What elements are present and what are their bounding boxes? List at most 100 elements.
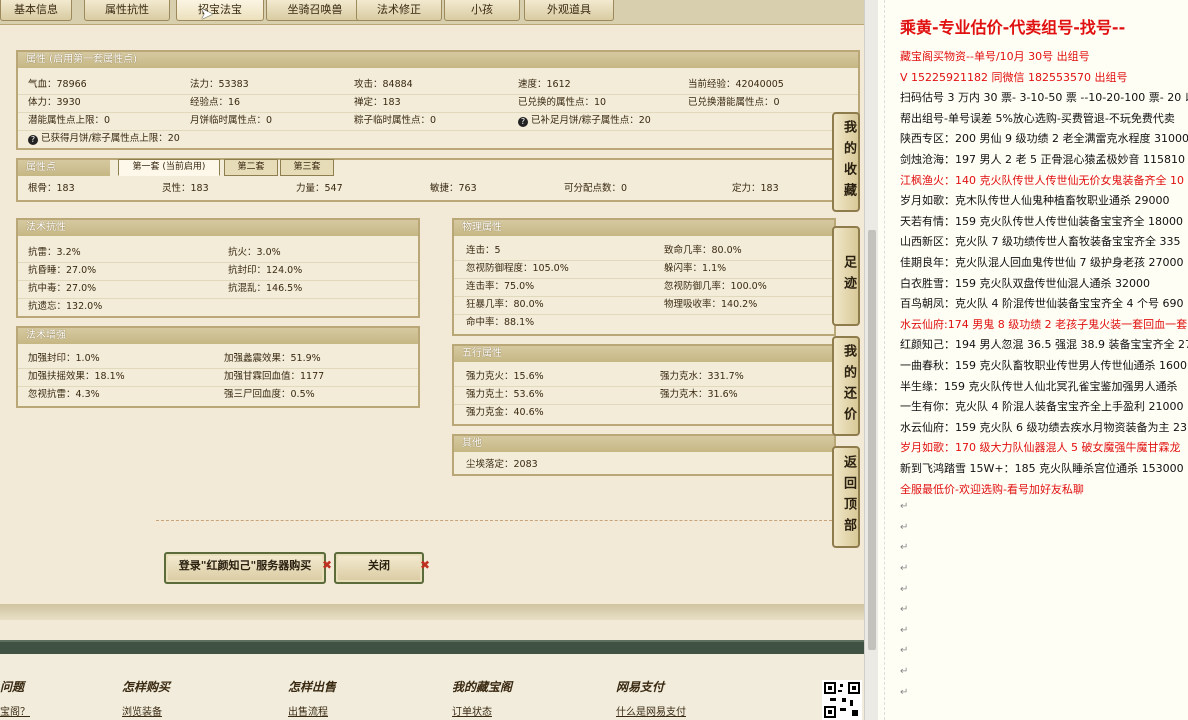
paragraph-mark-icon: ↵ [900, 542, 909, 554]
doc-line: 山西新区：克火队 7 级功绩传世人畜牧装备宝宝齐全 335 [900, 235, 1181, 249]
physical-panel: 物理属性 连击：5 致命几率：80.0% 忽视防御程度：105.0% 躲闪率：1… [452, 218, 836, 336]
tab-basic-info[interactable]: 基本信息 [0, 0, 72, 21]
resist-forget: 抗遗忘：132.0% [28, 301, 103, 312]
doc-line: 红颜知己：194 男人忽混 36.5 强混 38.9 装备宝宝齐全 270 [900, 338, 1188, 352]
physical-row: 连击：5 致命几率：80.0% [454, 242, 834, 261]
doc-line: 全服最低价-欢迎选购-看号加好友私聊 [900, 482, 1084, 496]
doc-line: 陕西专区：200 男仙 9 级功绩 2 老全满雷克水程度 31000 [900, 132, 1188, 146]
points-agility: 敏捷：763 [430, 183, 477, 194]
spell-resist-row: 抗中毒：27.0% 抗混乱：146.5% [18, 280, 418, 299]
footer-link-what-pay[interactable]: 什么是网易支付 [616, 703, 686, 718]
points-set-1-tab[interactable]: 第一套 (当前启用) [118, 159, 220, 176]
elem-fire: 强力克火：15.6% [466, 371, 544, 382]
close-x-icon: ✖ [322, 558, 333, 572]
points-stability: 定力：183 [732, 183, 779, 194]
points-strength: 力量：547 [296, 183, 343, 194]
other-dust: 尘埃落定：2083 [466, 459, 538, 470]
doc-line: 一生有你：克火队 4 阶混人装备宝宝齐全上手盈利 21000 [900, 400, 1184, 414]
doc-line: V 15225921182 同微信 182553570 出组号 [900, 70, 1128, 84]
qr-code-icon [822, 680, 862, 720]
footer-header-faq: 问题 [0, 680, 25, 694]
doc-line: 剑烛沧海：197 男人 2 老 5 正骨混心猿孟极妙音 115810 [900, 153, 1185, 166]
physical-row: 连击率：75.0% 忽视防御几率：100.0% [454, 278, 834, 297]
physical-title: 物理属性 [454, 220, 834, 236]
spell-boost-row: 加强扶摇效果：18.1% 加强甘霖回血值：1177 [18, 368, 418, 387]
elem-wood: 强力克木：31.6% [660, 389, 738, 400]
divider [156, 520, 832, 521]
elements-row: 强力克火：15.6% 强力克水：331.7% [454, 368, 834, 387]
doc-line: 藏宝阁买物资--单号/10月 30号 出组号 [900, 50, 1090, 63]
spell-resist-row: 抗昏睡：27.0% 抗封印：124.0% [18, 262, 418, 281]
boost-quake: 加强蠡震效果：51.9% [224, 353, 321, 364]
paragraph-mark-icon: ↵ [900, 686, 909, 698]
physical-row: 忽视防御程度：105.0% 躲闪率：1.1% [454, 260, 834, 279]
footer-link-browse[interactable]: 浏览装备 [122, 703, 162, 718]
footer-link-faq[interactable]: 宝阁？ [0, 703, 30, 718]
points-spirit: 灵性：183 [162, 183, 209, 194]
points-set-3-tab[interactable]: 第三套 [280, 159, 334, 176]
points-available: 可分配点数：0 [564, 183, 628, 194]
attr-refilled: ? 已补足月饼/粽子属性点：20 [518, 112, 651, 127]
footer-band [0, 604, 864, 620]
notes-document: 乘黄-专业估价-代卖组号-找号-- 藏宝阁买物资--单号/10月 30号 出组号… [878, 0, 1188, 720]
my-bargain-button[interactable]: 我的还价 [832, 336, 860, 436]
tab-child[interactable]: 小孩 [444, 0, 520, 21]
doc-line: 半生缘：159 克火队传世人仙北冥孔雀宝鉴加强男人通杀 [900, 379, 1178, 393]
attr-speed: 速度：1612 [518, 79, 571, 90]
spell-boost-title: 法术增强 [18, 328, 418, 344]
tab-mount-summon[interactable]: 坐骑召唤兽 [266, 0, 364, 21]
help-icon[interactable]: ? [518, 117, 528, 127]
points-constitution: 根骨：183 [28, 183, 75, 194]
footprint-button[interactable]: 足迹 [832, 226, 860, 326]
boost-fuyao: 加强扶摇效果：18.1% [28, 371, 125, 382]
paragraph-mark-icon: ↵ [900, 501, 909, 513]
phys-crit: 致命几率：80.0% [664, 245, 742, 256]
attr-exp-points: 经验点：16 [190, 97, 241, 108]
scrollbar-thumb[interactable] [868, 230, 876, 650]
vertical-scrollbar[interactable] [864, 0, 879, 720]
attr-mooncake-temp: 月饼临时属性点：0 [190, 115, 273, 126]
tab-bar: 基本信息 属性抗性 招宝法宝 坐骑召唤兽 法术修正 小孩 外观道具 ➤ [0, 0, 864, 25]
boost-ganlin: 加强甘霖回血值：1177 [224, 371, 325, 382]
doc-line: 百鸟朝凤：克火队 4 阶混传世仙装备宝宝齐全 4 个号 690 [900, 297, 1184, 311]
phys-hit: 命中率：88.1% [466, 317, 535, 328]
attr-stamina: 体力：3930 [28, 97, 81, 108]
resist-seal: 抗封印：124.0% [228, 265, 303, 276]
spell-resist-row: 抗雷：3.2% 抗火：3.0% [18, 244, 418, 263]
doc-line: 水云仙府：159 克火队 6 级功绩去疾水月物资装备为主 23 [900, 420, 1187, 434]
points-title: 属性点 [18, 160, 110, 176]
attr-zen: 禅定：183 [354, 97, 401, 108]
attr-mp: 法力：53383 [190, 79, 249, 90]
my-favorites-button[interactable]: 我的收藏 [832, 112, 860, 212]
doc-line: 天若有情：159 克火队传世人传世仙装备宝宝齐全 18000 [900, 214, 1183, 228]
resist-sleep: 抗昏睡：27.0% [28, 265, 97, 276]
elements-panel: 五行属性 强力克火：15.6% 强力克水：331.7% 强力克土：53.6% 强… [452, 344, 836, 426]
mouse-cursor-icon: ➤ [200, 4, 214, 23]
attr-obtained-cap-label: 已获得月饼/粽子属性点上限：20 [41, 133, 180, 144]
doc-line: 水云仙府:174 男鬼 8 级功绩 2 老孩子鬼火装一套回血一套 [900, 317, 1188, 331]
doc-line: 佳期良年：克火队混人回血鬼传世仙 7 级护身老孩 27000 [900, 256, 1184, 269]
elem-water: 强力克水：331.7% [660, 371, 744, 382]
phys-absorb: 物理吸收率：140.2% [664, 299, 758, 310]
tab-treasure[interactable]: 招宝法宝 [176, 0, 264, 21]
footer-link-sell-flow[interactable]: 出售流程 [288, 703, 328, 718]
back-to-top-button[interactable]: 返回顶部 [832, 446, 860, 548]
footer-link-order-status[interactable]: 订单状态 [452, 703, 492, 718]
attributes-row: 气血：78966 法力：53383 攻击：84884 速度：1612 当前经验：… [18, 76, 858, 95]
points-row: 根骨：183 灵性：183 力量：547 敏捷：763 可分配点数：0 定力：1… [18, 180, 858, 198]
tab-spell-fix[interactable]: 法术修正 [356, 0, 442, 21]
resist-chaos: 抗混乱：146.5% [228, 283, 303, 294]
login-server-buy-button[interactable]: 登录"红颜知己"服务器购买 [164, 552, 326, 584]
help-icon[interactable]: ? [28, 135, 38, 145]
points-set-2-tab[interactable]: 第二套 [224, 159, 278, 176]
close-button[interactable]: 关闭 [334, 552, 424, 584]
tab-appearance[interactable]: 外观道具 [524, 0, 614, 21]
attr-hp: 气血：78966 [28, 79, 87, 90]
doc-line: 新到飞鸿踏雪 15W+：185 克火队睡杀宫位通杀 153000 [900, 462, 1184, 475]
spell-resist-title: 法术抗性 [18, 220, 418, 236]
resist-fire: 抗火：3.0% [228, 247, 281, 258]
tab-attr-resist[interactable]: 属性抗性 [84, 0, 170, 21]
paragraph-mark-icon: ↵ [900, 624, 909, 636]
doc-title: 乘黄-专业估价-代卖组号-找号-- [900, 18, 1126, 37]
attributes-panel: 属性 (启用第一套属性点) 气血：78966 法力：53383 攻击：84884… [16, 50, 860, 150]
